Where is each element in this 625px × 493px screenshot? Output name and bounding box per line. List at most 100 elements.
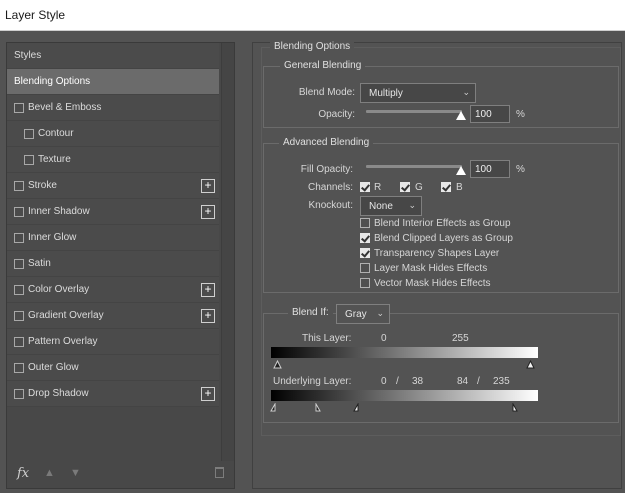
style-item-blending-options[interactable]: Blending Options xyxy=(7,69,219,95)
chevron-down-icon: ⌄ xyxy=(408,200,416,210)
layer-mask-hides-effects-label: Layer Mask Hides Effects xyxy=(374,263,488,274)
add-effect-icon[interactable]: + xyxy=(201,283,215,297)
style-item-gradient-overlay[interactable]: Gradient Overlay + xyxy=(7,303,219,329)
blend-if-select[interactable]: Gray ⌄ xyxy=(336,304,390,324)
style-checkbox-color-overlay[interactable] xyxy=(14,285,24,295)
style-checkbox-gradient-overlay[interactable] xyxy=(14,311,24,321)
channel-r-checkbox[interactable] xyxy=(360,182,370,192)
style-item-stroke[interactable]: Stroke + xyxy=(7,173,219,199)
fill-opacity-slider-track[interactable] xyxy=(366,165,462,168)
style-item-label: Color Overlay xyxy=(28,284,90,295)
style-item-pattern-overlay[interactable]: Pattern Overlay xyxy=(7,329,219,355)
blend-clipped-layers-as-group-checkbox[interactable] xyxy=(360,233,370,243)
transparency-shapes-layer-label: Transparency Shapes Layer xyxy=(374,248,500,259)
blend-interior-effects-as-group-checkbox[interactable] xyxy=(360,218,370,228)
move-down-icon[interactable]: ▼ xyxy=(70,467,81,479)
opacity-slider-thumb[interactable] xyxy=(456,111,466,120)
add-effect-icon[interactable]: + xyxy=(201,387,215,401)
fill-opacity-value: 100 xyxy=(475,164,492,175)
underlying-white-stop-right[interactable] xyxy=(509,403,518,413)
channel-r-label: R xyxy=(374,182,382,193)
style-item-contour[interactable]: Contour xyxy=(7,121,219,147)
opacity-slider-track[interactable] xyxy=(366,110,462,113)
blending-options-panel: Blending Options General Blending Blend … xyxy=(252,41,622,489)
style-checkbox-inner-glow[interactable] xyxy=(14,233,24,243)
vector-mask-hides-effects-label: Vector Mask Hides Effects xyxy=(374,278,491,289)
style-item-label: Inner Shadow xyxy=(28,206,90,217)
opacity-input[interactable]: 100 xyxy=(470,105,510,123)
style-item-label: Bevel & Emboss xyxy=(28,102,102,113)
style-item-inner-glow[interactable]: Inner Glow xyxy=(7,225,219,251)
knockout-value: None xyxy=(369,201,393,212)
transparency-shapes-layer-checkbox[interactable] xyxy=(360,248,370,258)
general-blending-title: General Blending xyxy=(280,60,366,72)
style-checkbox-outer-glow[interactable] xyxy=(14,363,24,373)
style-item-inner-shadow[interactable]: Inner Shadow + xyxy=(7,199,219,225)
style-item-label: Pattern Overlay xyxy=(28,336,98,347)
style-item-label: Gradient Overlay xyxy=(28,310,104,321)
opacity-label: Opacity: xyxy=(318,109,355,120)
style-item-styles[interactable]: Styles xyxy=(7,43,219,69)
style-item-label: Blending Options xyxy=(14,76,91,87)
trash-icon[interactable] xyxy=(215,467,224,478)
blend-interior-effects-as-group-label: Blend Interior Effects as Group xyxy=(374,218,511,229)
underlying-black-stop-right[interactable] xyxy=(312,403,321,413)
style-item-bevel-emboss[interactable]: Bevel & Emboss xyxy=(7,95,219,121)
this-layer-low-value: 0 xyxy=(381,333,387,344)
style-item-label: Stroke xyxy=(28,180,57,191)
styles-scrollbar[interactable] xyxy=(221,43,234,461)
window-title: Layer Style xyxy=(5,8,66,22)
vector-mask-hides-effects-checkbox[interactable] xyxy=(360,278,370,288)
move-up-icon[interactable]: ▲ xyxy=(44,467,55,479)
styles-footer: fx ▲ ▼ xyxy=(7,461,234,488)
blend-clipped-layers-as-group-label: Blend Clipped Layers as Group xyxy=(374,233,513,244)
fx-button[interactable]: fx xyxy=(17,466,29,481)
style-checkbox-stroke[interactable] xyxy=(14,181,24,191)
knockout-select[interactable]: None ⌄ xyxy=(360,196,422,216)
blend-if-value: Gray xyxy=(345,309,367,320)
underlying-white-stop-left[interactable] xyxy=(353,403,362,413)
channel-b-checkbox[interactable] xyxy=(441,182,451,192)
chevron-down-icon: ⌄ xyxy=(462,87,470,97)
blend-mode-select[interactable]: Multiply ⌄ xyxy=(360,83,476,103)
style-checkbox-drop-shadow[interactable] xyxy=(14,389,24,399)
underlying-black-stop-left[interactable] xyxy=(270,403,279,413)
blend-mode-value: Multiply xyxy=(369,88,403,99)
style-checkbox-contour[interactable] xyxy=(24,129,34,139)
this-layer-black-stop[interactable] xyxy=(273,360,282,370)
style-checkbox-texture[interactable] xyxy=(24,155,34,165)
fill-opacity-slider-thumb[interactable] xyxy=(456,166,466,175)
style-item-color-overlay[interactable]: Color Overlay + xyxy=(7,277,219,303)
channel-g-label: G xyxy=(415,182,423,193)
this-layer-white-stop[interactable] xyxy=(526,360,535,370)
add-effect-icon[interactable]: + xyxy=(201,309,215,323)
knockout-label: Knockout: xyxy=(308,200,353,211)
style-checkbox-satin[interactable] xyxy=(14,259,24,269)
this-layer-label: This Layer: xyxy=(302,333,352,344)
title-bar: Layer Style xyxy=(0,0,625,31)
style-checkbox-bevel-emboss[interactable] xyxy=(14,103,24,113)
style-item-satin[interactable]: Satin xyxy=(7,251,219,277)
add-effect-icon[interactable]: + xyxy=(201,179,215,193)
blending-options-title: Blending Options xyxy=(270,41,355,53)
underlying-separator-1: / xyxy=(396,376,399,387)
channel-g-checkbox[interactable] xyxy=(400,182,410,192)
style-checkbox-pattern-overlay[interactable] xyxy=(14,337,24,347)
style-checkbox-inner-shadow[interactable] xyxy=(14,207,24,217)
style-item-outer-glow[interactable]: Outer Glow xyxy=(7,355,219,381)
add-effect-icon[interactable]: + xyxy=(201,205,215,219)
blend-mode-label: Blend Mode: xyxy=(298,87,355,98)
style-item-texture[interactable]: Texture xyxy=(7,147,219,173)
opacity-value: 100 xyxy=(475,109,492,120)
layer-mask-hides-effects-checkbox[interactable] xyxy=(360,263,370,273)
style-item-label: Styles xyxy=(14,50,42,61)
fill-opacity-input[interactable]: 100 xyxy=(470,160,510,178)
channels-label: Channels: xyxy=(307,182,353,193)
style-item-label: Texture xyxy=(38,154,71,165)
this-layer-high-value: 255 xyxy=(452,333,469,344)
advanced-blending-title: Advanced Blending xyxy=(279,137,374,149)
style-item-label: Inner Glow xyxy=(28,232,77,243)
fill-opacity-unit: % xyxy=(516,164,525,175)
style-item-drop-shadow[interactable]: Drop Shadow + xyxy=(7,381,219,407)
style-item-label: Drop Shadow xyxy=(28,388,89,399)
